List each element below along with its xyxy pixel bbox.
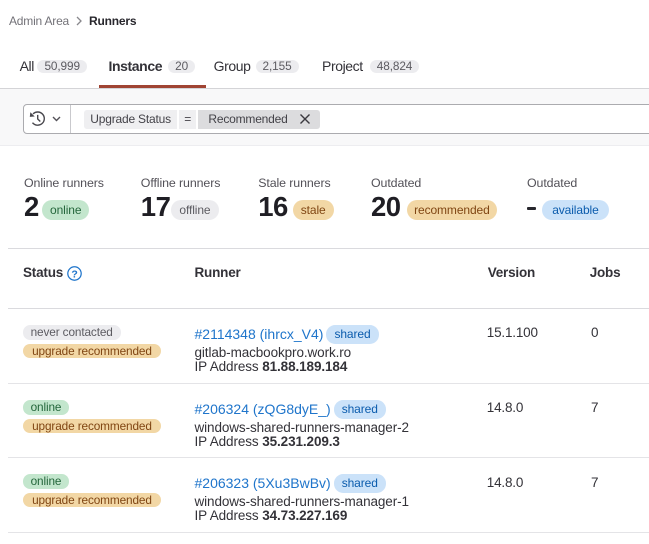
- svg-text:?: ?: [71, 268, 77, 280]
